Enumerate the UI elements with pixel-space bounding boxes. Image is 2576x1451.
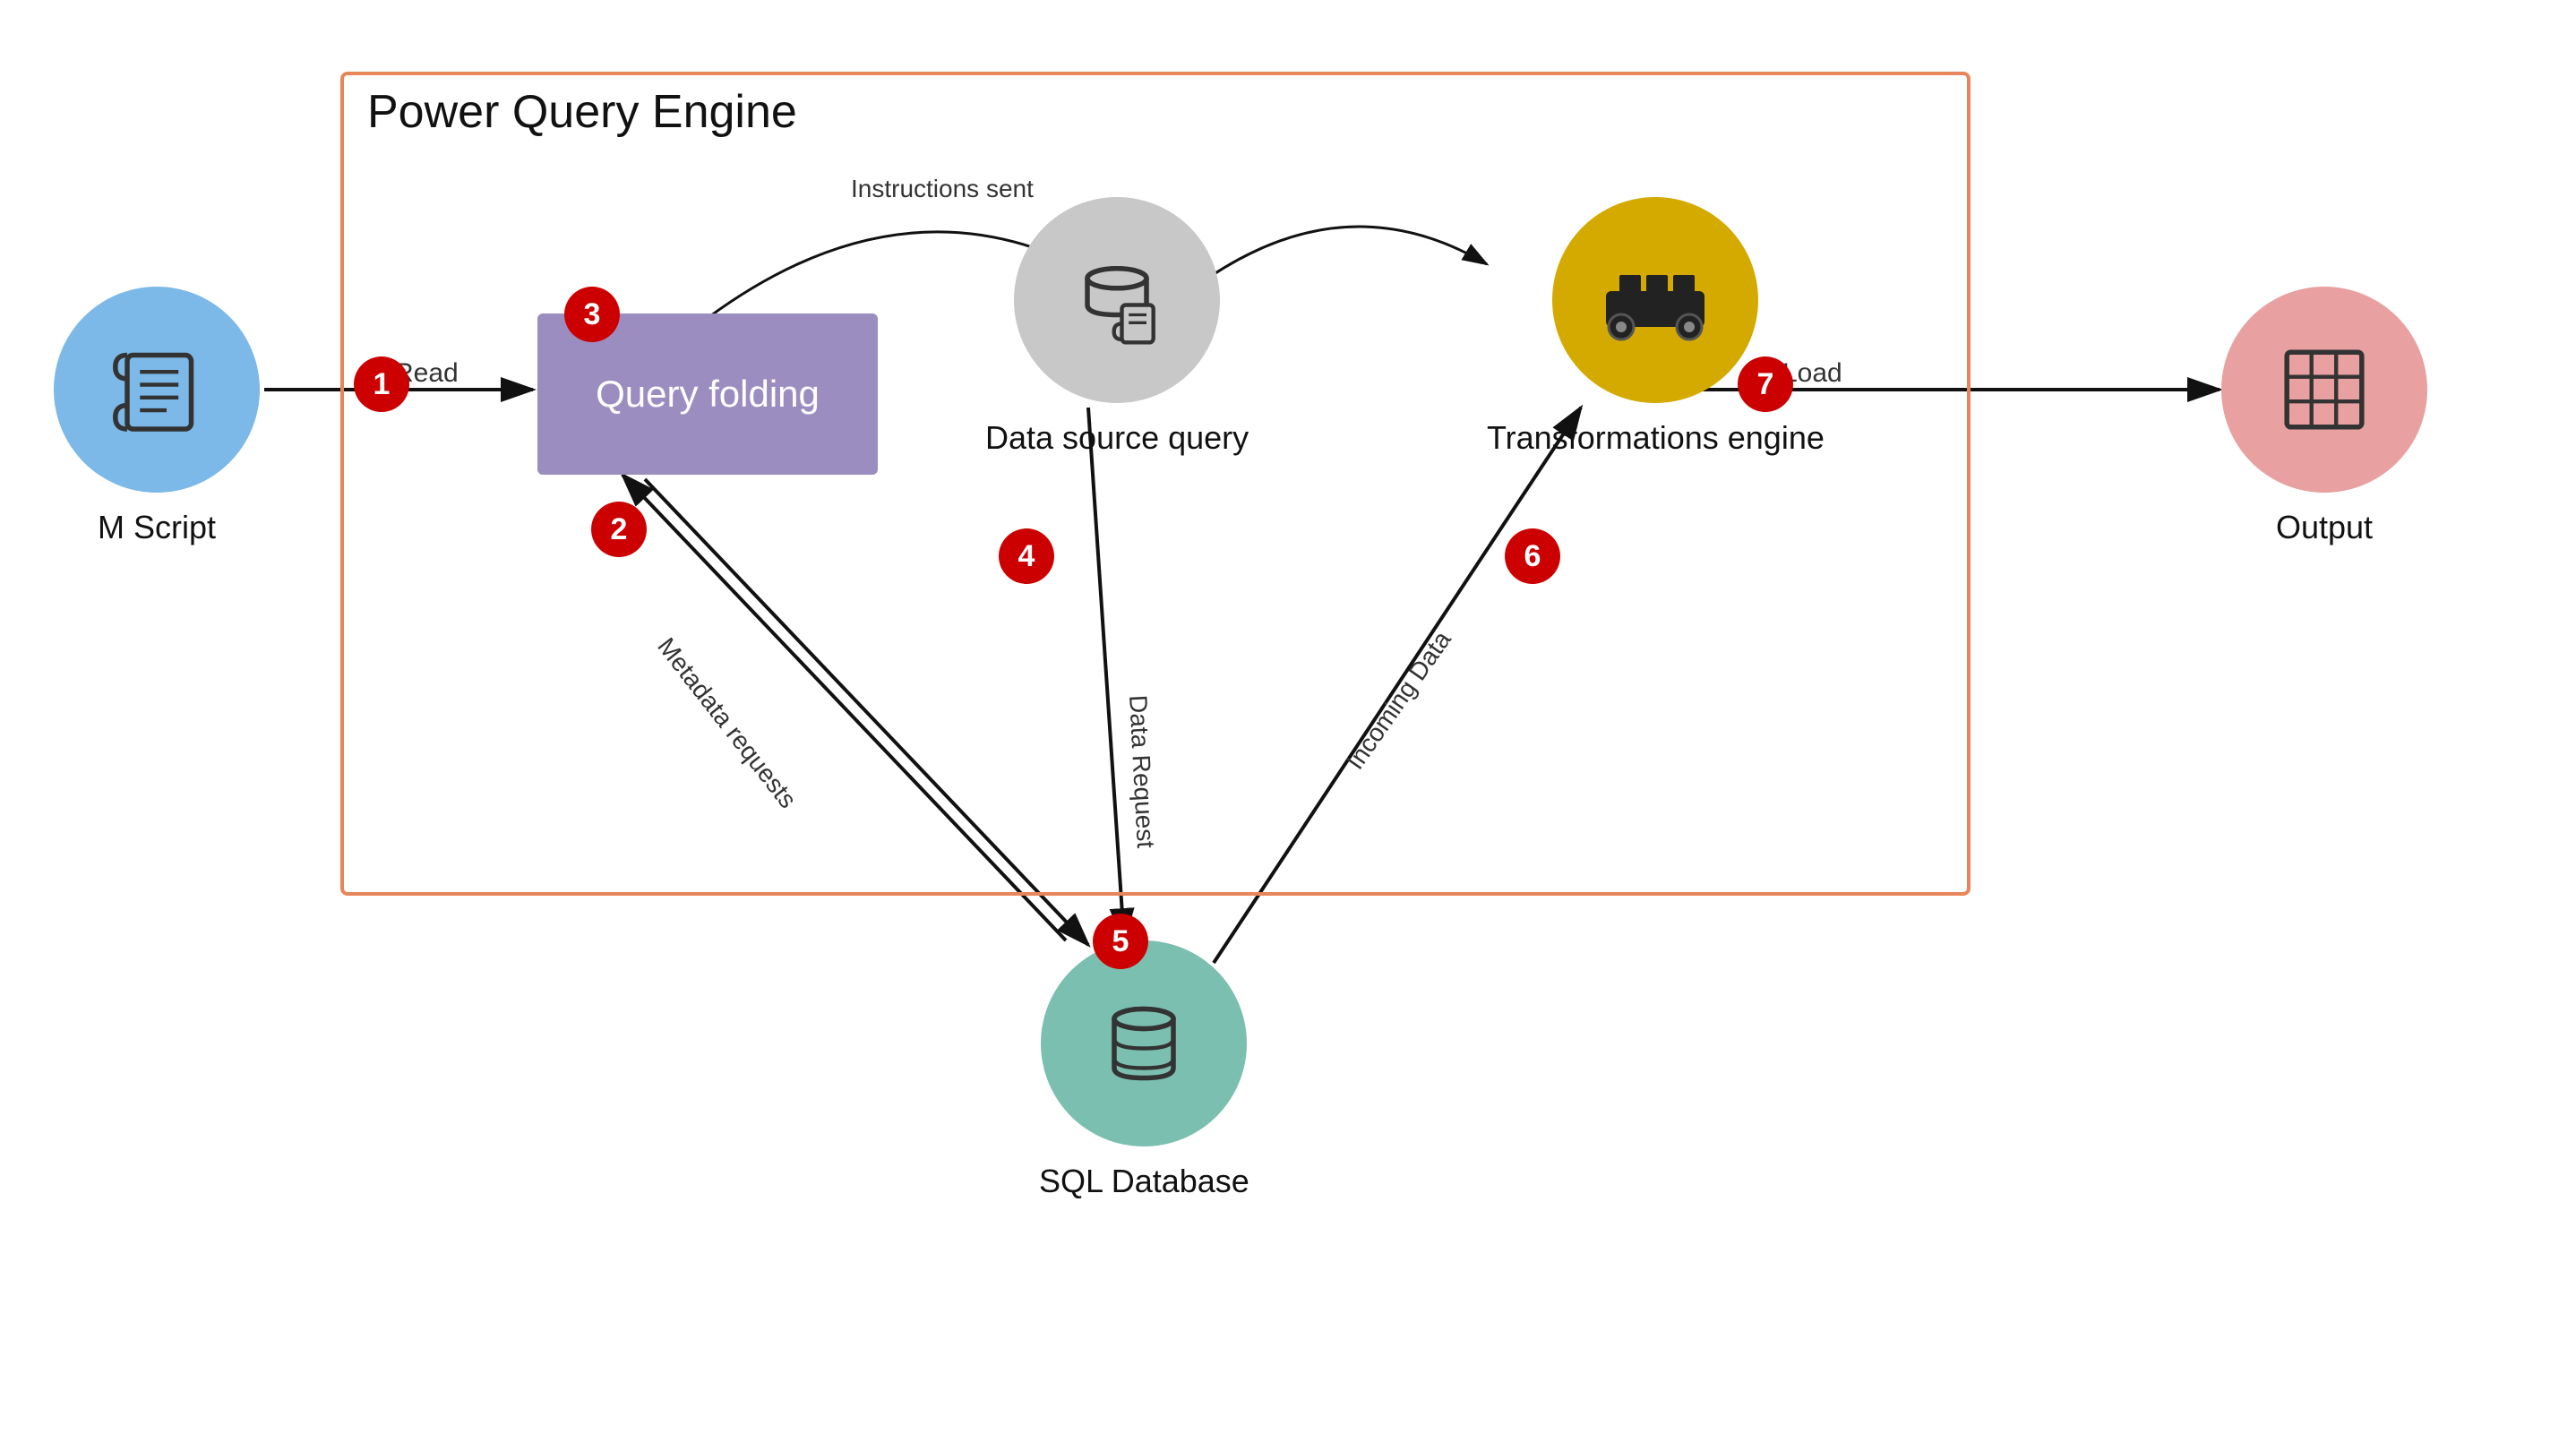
badge-6: 6 — [1505, 528, 1560, 584]
badge-3: 3 — [564, 287, 620, 342]
transformations-engine-node: Transformations engine — [1487, 197, 1825, 457]
te-circle — [1552, 197, 1758, 403]
output-icon — [2275, 340, 2374, 439]
diagram-container: Power Query Engine M Script Query foldin… — [0, 0, 2576, 1451]
dsq-label: Data source query — [985, 419, 1249, 457]
transformations-icon — [1601, 255, 1709, 345]
query-folding-label: Query folding — [596, 373, 820, 416]
m-script-circle — [54, 287, 260, 493]
output-circle — [2221, 287, 2427, 493]
data-source-icon — [1068, 251, 1166, 349]
scroll-icon — [107, 340, 206, 439]
badge-5: 5 — [1093, 914, 1148, 969]
label-instructions-sent: Instructions sent — [851, 175, 1034, 203]
dsq-circle — [1014, 197, 1220, 403]
te-label: Transformations engine — [1487, 419, 1825, 457]
sql-database-node: SQL Database — [1039, 940, 1249, 1200]
badge-7: 7 — [1738, 356, 1793, 412]
badge-4: 4 — [999, 528, 1054, 584]
sql-label: SQL Database — [1039, 1163, 1249, 1200]
output-node: Output — [2221, 287, 2427, 546]
sql-circle — [1041, 940, 1247, 1146]
output-label: Output — [2276, 509, 2373, 546]
badge-2: 2 — [591, 502, 647, 557]
badge-1: 1 — [354, 356, 409, 412]
data-source-query-node: Data source query — [985, 197, 1249, 457]
sql-icon — [1095, 994, 1193, 1093]
m-script-node: M Script — [54, 287, 260, 546]
pqe-label: Power Query Engine — [367, 85, 797, 139]
m-script-label: M Script — [98, 509, 216, 546]
